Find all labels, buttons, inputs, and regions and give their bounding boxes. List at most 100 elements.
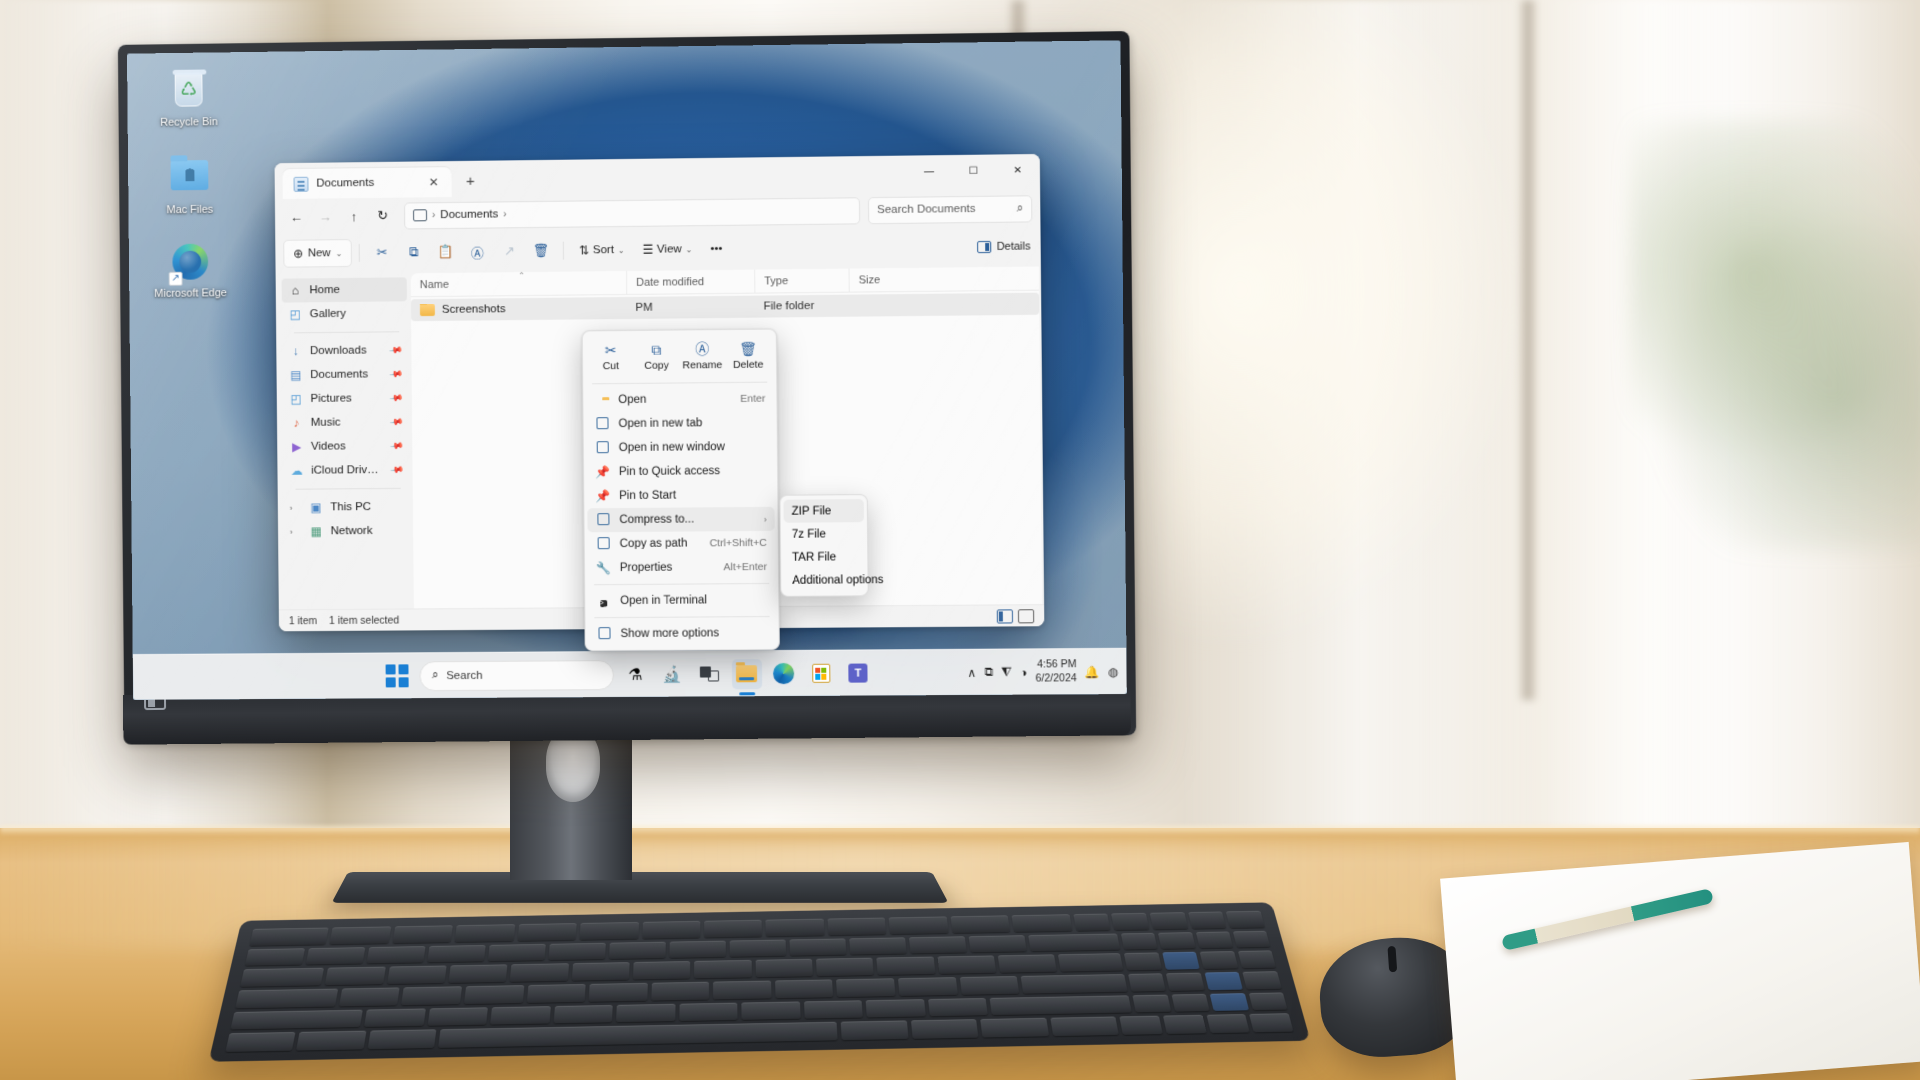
context-item-open-in-new-tab[interactable]: Open in new tab bbox=[586, 411, 773, 437]
context-menu[interactable]: ✂ Cut ⧉ Copy Ⓐ Rename 🗑 Delete Open Ente… bbox=[581, 328, 780, 652]
forward-button[interactable]: → bbox=[312, 203, 339, 230]
minimize-button[interactable]: — bbox=[907, 155, 952, 188]
desktop-icon-label: Recycle Bin bbox=[160, 116, 218, 129]
details-pane-button[interactable]: Details bbox=[977, 240, 1031, 254]
pin-icon[interactable]: 📌 bbox=[389, 390, 404, 405]
sidebar-item-gallery[interactable]: ◰ Gallery bbox=[282, 301, 407, 326]
network-icon[interactable]: ⧉ bbox=[984, 665, 993, 680]
file-explorer-taskbar-button[interactable] bbox=[731, 658, 762, 689]
clock-time: 4:56 PM bbox=[1037, 658, 1077, 671]
copy-button[interactable]: ⧉ bbox=[399, 238, 429, 266]
pin-icon[interactable]: 📌 bbox=[389, 438, 405, 453]
context-item-properties[interactable]: 🔧 Properties Alt+Enter bbox=[588, 555, 775, 580]
tab-documents[interactable]: Documents ✕ bbox=[282, 167, 452, 199]
submenu-item-7z-file[interactable]: 7z File bbox=[784, 522, 865, 546]
chevron-right-icon[interactable]: › bbox=[290, 503, 302, 512]
desk-edge bbox=[0, 826, 1920, 836]
sidebar-item-label: This PC bbox=[330, 501, 372, 514]
context-item-copy-as-path[interactable]: Copy as path Ctrl+Shift+C bbox=[588, 531, 775, 556]
submenu-item-additional-options[interactable]: Additional options bbox=[784, 568, 883, 592]
taskbar-search-box[interactable]: ⌕ Search bbox=[418, 659, 614, 691]
copy-path-icon bbox=[596, 536, 611, 552]
sidebar-item-network[interactable]: › ▦ Network bbox=[284, 519, 409, 544]
desktop-icon-label: Microsoft Edge bbox=[154, 287, 227, 301]
rename-button[interactable]: Ⓐ bbox=[462, 237, 492, 265]
tab-close-icon[interactable]: ✕ bbox=[424, 172, 444, 192]
column-header-size[interactable]: Size bbox=[848, 267, 934, 292]
column-header-type[interactable]: Type bbox=[754, 268, 849, 293]
volume-icon[interactable]: ⧨ bbox=[1001, 665, 1012, 680]
context-cut-button[interactable]: ✂ Cut bbox=[589, 338, 632, 374]
sidebar-item-downloads[interactable]: ↓ Downloads 📌 bbox=[282, 338, 407, 363]
large-icons-view-button[interactable] bbox=[1017, 608, 1035, 623]
teams-taskbar-button[interactable]: T bbox=[843, 658, 873, 688]
widgets-microscope-icon[interactable]: 🔬 bbox=[657, 659, 687, 689]
pin-icon[interactable]: 📌 bbox=[389, 414, 404, 429]
battery-icon[interactable]: ◑ bbox=[1020, 665, 1027, 679]
sidebar-item-this-pc[interactable]: › ▣ This PC bbox=[284, 495, 409, 520]
up-button[interactable]: ↑ bbox=[340, 202, 367, 229]
sidebar-item-videos[interactable]: ▶ Videos 📌 bbox=[283, 434, 408, 459]
refresh-button[interactable]: ↻ bbox=[369, 202, 396, 229]
context-item-open-in-terminal[interactable]: >_ Open in Terminal bbox=[588, 588, 775, 613]
copilot-icon[interactable]: ◍ bbox=[1108, 664, 1119, 678]
taskbar-search-placeholder: Search bbox=[446, 669, 483, 682]
pin-icon[interactable]: 📌 bbox=[389, 462, 405, 477]
context-item-open[interactable]: Open Enter bbox=[586, 387, 773, 413]
compress-to-submenu[interactable]: ZIP File 7z File TAR File Additional opt… bbox=[779, 494, 884, 597]
sidebar-item-home[interactable]: ⌂ Home bbox=[281, 277, 407, 303]
windows-desktop[interactable]: Recycle Bin Mac Files ↗ Microsoft Edge D… bbox=[126, 40, 1127, 700]
desktop-icon-microsoft-edge[interactable]: ↗ Microsoft Edge bbox=[137, 234, 245, 307]
context-item-pin-to-quick-access[interactable]: 📌 Pin to Quick access bbox=[587, 459, 774, 485]
pin-icon[interactable]: 📌 bbox=[388, 367, 404, 382]
context-delete-button[interactable]: 🗑 Delete bbox=[726, 337, 769, 373]
breadcrumb-documents[interactable]: Documents bbox=[440, 208, 498, 221]
table-row[interactable]: Screenshots PM File folder bbox=[410, 292, 1040, 322]
back-button[interactable]: ← bbox=[283, 203, 310, 230]
clock[interactable]: 4:56 PM 6/2/2024 bbox=[1035, 659, 1077, 686]
close-button[interactable]: ✕ bbox=[995, 154, 1040, 187]
sidebar-item-pictures[interactable]: ◰ Pictures 📌 bbox=[283, 386, 408, 411]
submenu-item-zip-file[interactable]: ZIP File bbox=[783, 499, 865, 523]
delete-button[interactable]: 🗑 bbox=[526, 237, 556, 265]
new-button[interactable]: ⊕ New ⌄ bbox=[283, 239, 353, 268]
pin-icon[interactable]: 📌 bbox=[388, 343, 404, 358]
sidebar-item-documents[interactable]: ▤ Documents 📌 bbox=[282, 362, 407, 387]
tray-expand-chevron-icon[interactable]: ∧ bbox=[967, 665, 976, 679]
share-button[interactable]: ↗ bbox=[494, 237, 524, 265]
chevron-right-icon[interactable]: › bbox=[290, 527, 302, 536]
desktop-icon-recycle-bin[interactable]: Recycle Bin bbox=[135, 62, 243, 136]
shortcut-arrow-icon: ↗ bbox=[168, 272, 183, 287]
navigation-sidebar[interactable]: ⌂ Home ◰ Gallery ↓ Downloads 📌 ▤ Documen… bbox=[276, 271, 414, 609]
desktop-icon-mac-files[interactable]: Mac Files bbox=[136, 146, 244, 223]
sidebar-item-music[interactable]: ♪ Music 📌 bbox=[283, 410, 408, 435]
sidebar-item-icloud-drive[interactable]: ☁ iCloud Drive (Ma... 📌 bbox=[283, 458, 408, 483]
store-taskbar-button[interactable] bbox=[806, 658, 836, 688]
notifications-bell-icon[interactable]: 🔔 bbox=[1085, 665, 1100, 679]
context-item-compress-to[interactable]: Compress to... › bbox=[587, 506, 775, 533]
context-item-pin-to-start[interactable]: 📌 Pin to Start bbox=[587, 483, 774, 509]
more-options-button[interactable]: ••• bbox=[702, 235, 730, 263]
breadcrumb-separator-2[interactable]: › bbox=[503, 209, 506, 220]
view-button[interactable]: ☰ View ⌄ bbox=[634, 235, 700, 264]
sort-button[interactable]: ⇅ Sort ⌄ bbox=[571, 236, 633, 265]
search-box[interactable]: Search Documents ⌕ bbox=[867, 194, 1033, 224]
context-item-open-in-new-window[interactable]: Open in new window bbox=[587, 435, 774, 461]
cut-button[interactable]: ✂ bbox=[367, 239, 397, 267]
maximize-button[interactable]: ☐ bbox=[951, 155, 996, 188]
widgets-flask-icon[interactable]: ⚗ bbox=[620, 659, 650, 689]
paste-button[interactable]: 📋 bbox=[431, 238, 461, 266]
address-bar[interactable]: › Documents › bbox=[404, 196, 861, 229]
edge-taskbar-button[interactable] bbox=[768, 658, 798, 688]
column-header-name[interactable]: ⌃ Name bbox=[411, 271, 627, 296]
task-view-button[interactable] bbox=[694, 659, 724, 689]
context-copy-button[interactable]: ⧉ Copy bbox=[635, 337, 678, 373]
details-view-button[interactable] bbox=[996, 608, 1014, 624]
context-item-show-more-options[interactable]: Show more options bbox=[588, 621, 775, 646]
taskbar[interactable]: ⌕ Search ⚗ 🔬 T ∧ ⧉ ⧨ ◑ 4:56 PM 6/2/2024 bbox=[132, 647, 1127, 700]
submenu-item-tar-file[interactable]: TAR File bbox=[784, 545, 865, 569]
new-tab-button[interactable]: + bbox=[457, 169, 483, 195]
start-button[interactable] bbox=[382, 661, 412, 691]
context-rename-button[interactable]: Ⓐ Rename bbox=[681, 337, 724, 373]
column-header-date-modified[interactable]: Date modified bbox=[626, 269, 755, 294]
